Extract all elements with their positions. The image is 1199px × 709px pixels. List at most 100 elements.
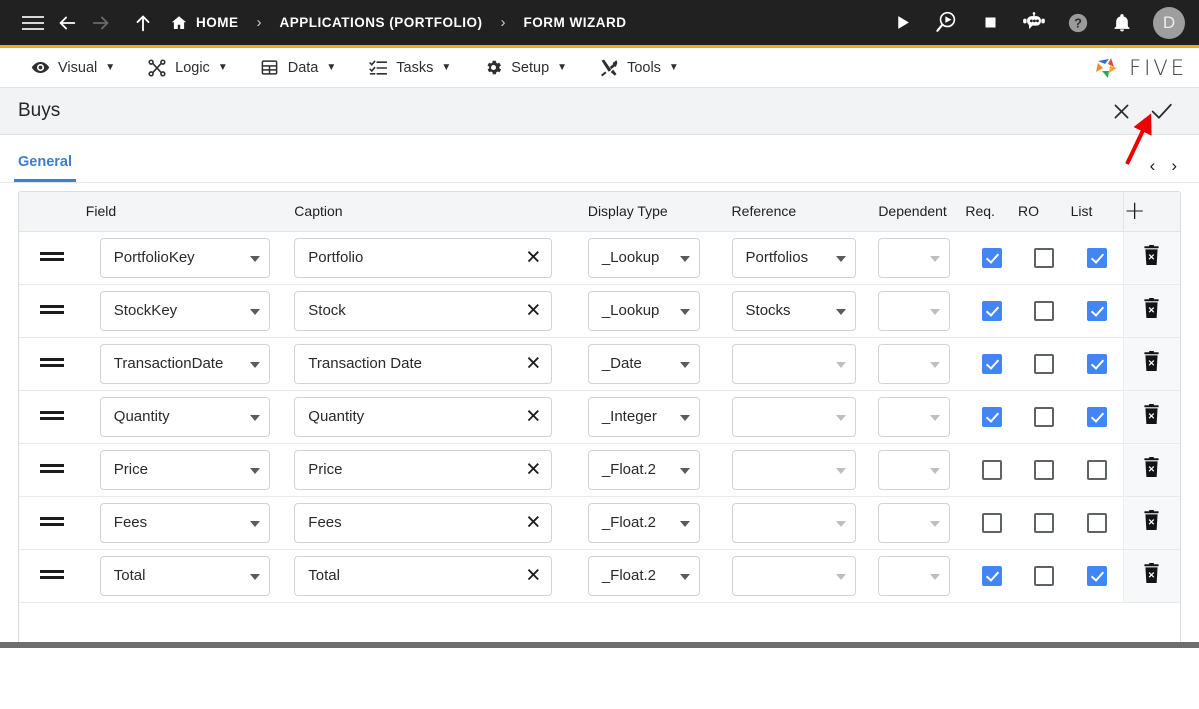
run-button[interactable] [885, 6, 919, 40]
drag-handle-icon[interactable] [40, 251, 65, 262]
drag-handle-icon[interactable] [40, 463, 65, 474]
list-checkbox[interactable] [1086, 247, 1107, 268]
ro-checkbox[interactable] [1034, 565, 1055, 586]
drag-handle-icon[interactable] [40, 304, 65, 315]
list-checkbox[interactable] [1086, 353, 1107, 374]
menu-item-logic[interactable]: Logic ▼ [131, 48, 244, 88]
req-checkbox[interactable] [981, 300, 1002, 321]
tab-prev-button[interactable]: ‹ [1150, 157, 1156, 174]
display-type-select[interactable]: _Integer [587, 396, 700, 437]
caption-input[interactable]: Stock ✕ [294, 290, 553, 331]
display-type-select[interactable]: _Lookup [587, 237, 700, 278]
field-select[interactable]: Price [99, 449, 270, 490]
menu-label-tasks: Tasks [396, 59, 434, 76]
display-type-select[interactable]: _Float.2 [587, 449, 700, 490]
delete-cell: ✕ [1122, 390, 1180, 444]
field-select[interactable]: Quantity [99, 396, 270, 437]
trash-delete-icon[interactable]: ✕ [1142, 403, 1161, 430]
trash-delete-icon[interactable]: ✕ [1142, 509, 1161, 536]
trash-delete-icon[interactable]: ✕ [1142, 244, 1161, 271]
drag-handle-icon[interactable] [40, 516, 65, 527]
trash-delete-icon[interactable]: ✕ [1142, 562, 1161, 589]
close-x-icon[interactable]: ✕ [525, 513, 541, 532]
close-x-icon[interactable]: ✕ [525, 407, 541, 426]
trash-delete-icon[interactable]: ✕ [1142, 456, 1161, 483]
close-x-icon[interactable]: ✕ [525, 566, 541, 585]
close-x-icon[interactable]: ✕ [525, 301, 541, 320]
notifications-button[interactable] [1105, 6, 1139, 40]
caption-input[interactable]: Total ✕ [294, 555, 553, 596]
field-select[interactable]: StockKey [99, 290, 270, 331]
req-checkbox[interactable] [981, 565, 1002, 586]
dependent-select[interactable] [878, 502, 951, 543]
tab-general[interactable]: General [14, 154, 76, 182]
reference-select[interactable]: Stocks [731, 290, 856, 331]
display-type-select[interactable]: _Date [587, 343, 700, 384]
ro-checkbox[interactable] [1034, 353, 1055, 374]
back-button[interactable] [50, 6, 84, 40]
dependent-select[interactable] [878, 396, 951, 437]
caption-input[interactable]: Quantity ✕ [294, 396, 553, 437]
menu-item-data[interactable]: Data ▼ [244, 48, 353, 88]
menu-item-setup[interactable]: Setup ▼ [467, 48, 583, 88]
tab-next-button[interactable]: › [1171, 157, 1177, 174]
ro-checkbox[interactable] [1034, 406, 1055, 427]
avatar[interactable]: D [1153, 6, 1185, 39]
dependent-select[interactable] [878, 555, 951, 596]
cancel-button[interactable] [1101, 91, 1141, 131]
dependent-select[interactable] [878, 290, 951, 331]
list-checkbox[interactable] [1086, 512, 1107, 533]
breadcrumb-item-applications[interactable]: APPLICATIONS (PORTFOLIO) [280, 15, 483, 30]
display-type-select[interactable]: _Float.2 [587, 555, 700, 596]
ro-checkbox[interactable] [1034, 300, 1055, 321]
drag-handle-icon[interactable] [40, 357, 65, 368]
help-button[interactable]: ? [1061, 6, 1095, 40]
menu-item-tasks[interactable]: Tasks ▼ [352, 48, 467, 88]
confirm-check-button[interactable] [1141, 91, 1181, 131]
field-select[interactable]: TransactionDate [99, 343, 270, 384]
field-select[interactable]: PortfolioKey [99, 237, 270, 278]
list-checkbox[interactable] [1086, 459, 1107, 480]
list-checkbox[interactable] [1086, 406, 1107, 427]
drag-handle-icon[interactable] [40, 569, 65, 580]
close-x-icon[interactable]: ✕ [525, 354, 541, 373]
breadcrumb-item-form-wizard[interactable]: FORM WIZARD [524, 15, 627, 30]
trash-delete-icon[interactable]: ✕ [1142, 297, 1161, 324]
list-checkbox[interactable] [1086, 565, 1107, 586]
req-checkbox[interactable] [981, 353, 1002, 374]
chat-bot-button[interactable] [1017, 6, 1051, 40]
display-type-select[interactable]: _Float.2 [587, 502, 700, 543]
menu-item-visual[interactable]: Visual ▼ [14, 48, 131, 88]
stop-button[interactable] [973, 6, 1007, 40]
req-checkbox[interactable] [981, 512, 1002, 533]
dependent-select[interactable] [878, 449, 951, 490]
caption-input[interactable]: Price ✕ [294, 449, 553, 490]
breadcrumb-item-home[interactable]: HOME [170, 14, 239, 32]
forward-button[interactable] [84, 6, 118, 40]
field-select[interactable]: Total [99, 555, 270, 596]
debug-run-button[interactable] [929, 6, 963, 40]
field-select[interactable]: Fees [99, 502, 270, 543]
ro-checkbox[interactable] [1034, 459, 1055, 480]
req-checkbox[interactable] [981, 406, 1002, 427]
caption-input[interactable]: Fees ✕ [294, 502, 553, 543]
list-checkbox[interactable] [1086, 300, 1107, 321]
add-row-button[interactable]: + [1124, 198, 1146, 224]
req-checkbox[interactable] [981, 247, 1002, 268]
hamburger-menu-button[interactable] [16, 6, 50, 40]
req-checkbox[interactable] [981, 459, 1002, 480]
caption-input[interactable]: Transaction Date ✕ [294, 343, 553, 384]
ro-checkbox[interactable] [1034, 512, 1055, 533]
up-button[interactable] [126, 6, 160, 40]
menu-item-tools[interactable]: Tools ▼ [583, 48, 695, 88]
close-x-icon[interactable]: ✕ [525, 460, 541, 479]
dependent-select[interactable] [878, 237, 951, 278]
ro-checkbox[interactable] [1034, 247, 1055, 268]
close-x-icon[interactable]: ✕ [525, 248, 541, 267]
reference-select[interactable]: Portfolios [731, 237, 856, 278]
display-type-select[interactable]: _Lookup [587, 290, 700, 331]
drag-handle-icon[interactable] [40, 410, 65, 421]
caption-input[interactable]: Portfolio ✕ [294, 237, 553, 278]
dependent-select[interactable] [878, 343, 951, 384]
trash-delete-icon[interactable]: ✕ [1142, 350, 1161, 377]
